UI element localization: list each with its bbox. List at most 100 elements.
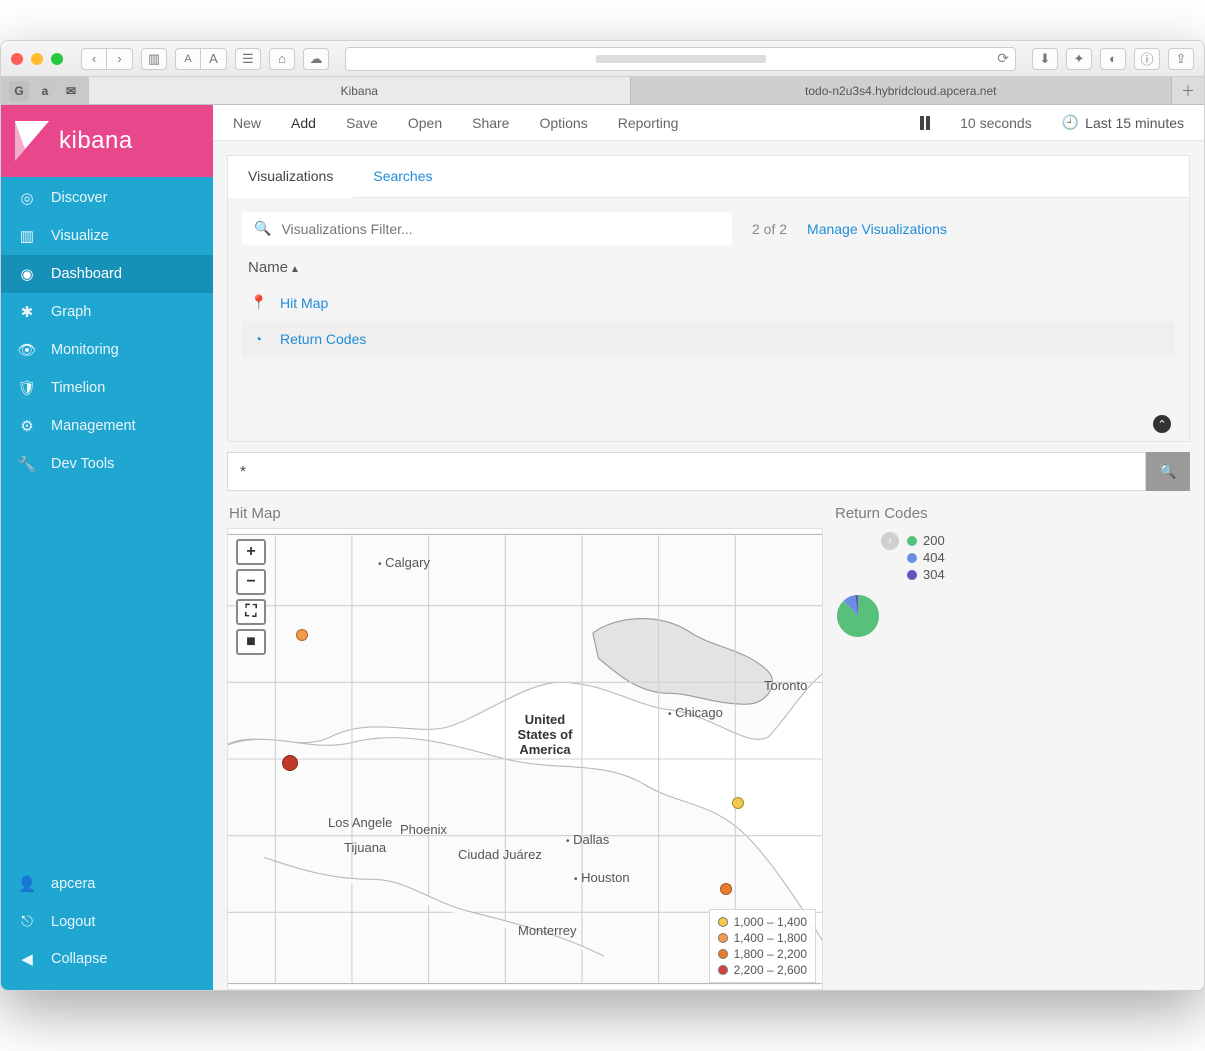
map-boxselect-button[interactable]: ■ [236,629,266,655]
kibana-logo[interactable]: kibana [1,105,213,177]
sidebar-item-label: Dev Tools [51,456,114,472]
map-hotspot[interactable] [282,755,298,771]
subtab-visualizations[interactable]: Visualizations [228,156,353,198]
browser-titlebar: ‹ › ▥ A A ☰ ⌂ ☁ ⟳ ⬇ ✦ ◐ ⓘ ⇪ [1,41,1204,77]
filter-count-label: 2 of 2 [752,221,787,237]
viz-row-returncodes[interactable]: ◔Return Codes [242,321,1175,357]
sidebar-item-label: Dashboard [51,266,122,282]
main-content: New Add Save Open Share Options Reportin… [213,105,1204,990]
visualizations-filter-input[interactable] [281,221,720,237]
search-icon: 🔍 [254,220,271,237]
sidebar-item-label: Logout [51,914,95,930]
sidebar-item-label: Graph [51,304,91,320]
close-window-icon[interactable] [11,53,23,65]
map-zoom-out-button[interactable]: − [236,569,266,595]
menu-save[interactable]: Save [346,115,378,131]
hitmap-title: Hit Map [227,501,823,528]
map-hotspot[interactable] [296,629,308,641]
sidebar-item-monitoring[interactable]: 👁Monitoring [1,331,213,369]
query-input[interactable] [227,452,1146,491]
sidebar-item-devtools[interactable]: 🔧Dev Tools [1,445,213,483]
download-button[interactable]: ⬇ [1032,48,1058,70]
legend-dot-icon [718,917,728,927]
favorite-a[interactable]: a [35,81,55,101]
favorite-mail[interactable]: ✉ [61,81,81,101]
extension1-button[interactable]: ✦ [1066,48,1092,70]
pie-icon: ◔ [250,331,266,347]
sidebar-item-graph[interactable]: ✱Graph [1,293,213,331]
textsize-large-button[interactable]: A [201,48,227,70]
subtab-searches[interactable]: Searches [353,156,452,197]
menu-open[interactable]: Open [408,115,442,131]
map-hotspot[interactable] [732,797,744,809]
reload-icon[interactable]: ⟳ [997,50,1009,67]
pin-icon: 📍 [250,294,266,311]
sidebar-item-label: Collapse [51,951,107,967]
favorite-g[interactable]: G [9,81,29,101]
returncodes-pie-chart[interactable] [835,593,881,639]
browser-tabbar: G a ✉ Kibana todo-n2u3s4.hybridcloud.apc… [1,77,1204,105]
menu-new[interactable]: New [233,115,261,131]
time-range-picker[interactable]: 🕘Last 15 minutes [1062,114,1184,131]
map-label-juarez: Ciudad Juárez [458,847,542,862]
map-label-houston: • Houston [574,870,630,885]
menu-share[interactable]: Share [472,115,509,131]
textsize-small-button[interactable]: A [175,48,201,70]
query-submit-button[interactable]: 🔍 [1146,452,1190,491]
kibana-logo-icon [15,121,49,161]
new-tab-button[interactable]: ＋ [1172,77,1204,104]
sidebar-item-label: apcera [51,876,95,892]
legend-code-label: 404 [923,550,945,565]
browser-tab-todo[interactable]: todo-n2u3s4.hybridcloud.apcera.net [631,77,1173,104]
sidebar-toggle-button[interactable]: ▥ [141,48,167,70]
browser-tab-kibana[interactable]: Kibana [89,77,631,104]
extension2-button[interactable]: ◐ [1100,48,1126,70]
menu-add[interactable]: Add [291,115,316,131]
viz-row-hitmap[interactable]: 📍Hit Map [242,284,1175,321]
share-button[interactable]: ⇪ [1168,48,1194,70]
eye-icon: 👁 [17,341,37,359]
pause-refresh-button[interactable] [920,116,930,130]
sidebar-item-timelion[interactable]: 🛡Timelion [1,369,213,407]
hitmap-visualization[interactable]: + − ⛶ ■ [227,528,823,990]
sidebar-item-dashboard[interactable]: ◉Dashboard [1,255,213,293]
app-sidebar: kibana ◎Discover ▥Visualize ◉Dashboard ✱… [1,105,213,990]
sort-asc-icon: ▲ [290,264,300,275]
menu-options[interactable]: Options [539,115,587,131]
visualizations-filter-box[interactable]: 🔍 [242,212,732,245]
map-label-dallas: • Dallas [566,832,609,847]
topsite-button[interactable]: ☰ [235,48,261,70]
legend-range-label: 2,200 – 2,600 [734,963,807,977]
nav-back-button[interactable]: ‹ [81,48,107,70]
extension3-button[interactable]: ⓘ [1134,48,1160,70]
barchart-icon: ▥ [17,227,37,245]
map-zoom-in-button[interactable]: + [236,539,266,565]
map-hotspot[interactable] [720,883,732,895]
map-fit-button[interactable]: ⛶ [236,599,266,625]
nav-forward-button[interactable]: › [107,48,133,70]
sidebar-item-visualize[interactable]: ▥Visualize [1,217,213,255]
cloud-button[interactable]: ☁ [303,48,329,70]
maximize-window-icon[interactable] [51,53,63,65]
manage-visualizations-link[interactable]: Manage Visualizations [807,221,947,237]
legend-dot-icon [718,933,728,943]
sidebar-item-discover[interactable]: ◎Discover [1,179,213,217]
minimize-window-icon[interactable] [31,53,43,65]
legend-range-label: 1,400 – 1,800 [734,931,807,945]
table-header-name[interactable]: Name▲ [242,245,1175,284]
home-button[interactable]: ⌂ [269,48,295,70]
collapse-panel-button[interactable]: ⌃ [1153,415,1171,433]
sidebar-item-label: Timelion [51,380,105,396]
legend-expand-button[interactable]: › [881,532,899,550]
sidebar-item-logout[interactable]: ⎋ Logout [1,903,213,940]
sidebar-item-management[interactable]: ⚙Management [1,407,213,445]
legend-dot-icon [907,536,917,546]
sidebar-item-user[interactable]: 👤apcera [1,865,213,903]
sidebar-item-collapse[interactable]: ◀Collapse [1,940,213,978]
logout-icon: ⎋ [17,913,37,930]
url-bar[interactable]: ⟳ [345,47,1016,71]
sidebar-item-label: Discover [51,190,107,206]
menu-reporting[interactable]: Reporting [618,115,679,131]
add-visualization-panel: Visualizations Searches 🔍 2 of 2 Manage … [227,155,1190,442]
refresh-interval-label[interactable]: 10 seconds [960,115,1032,131]
